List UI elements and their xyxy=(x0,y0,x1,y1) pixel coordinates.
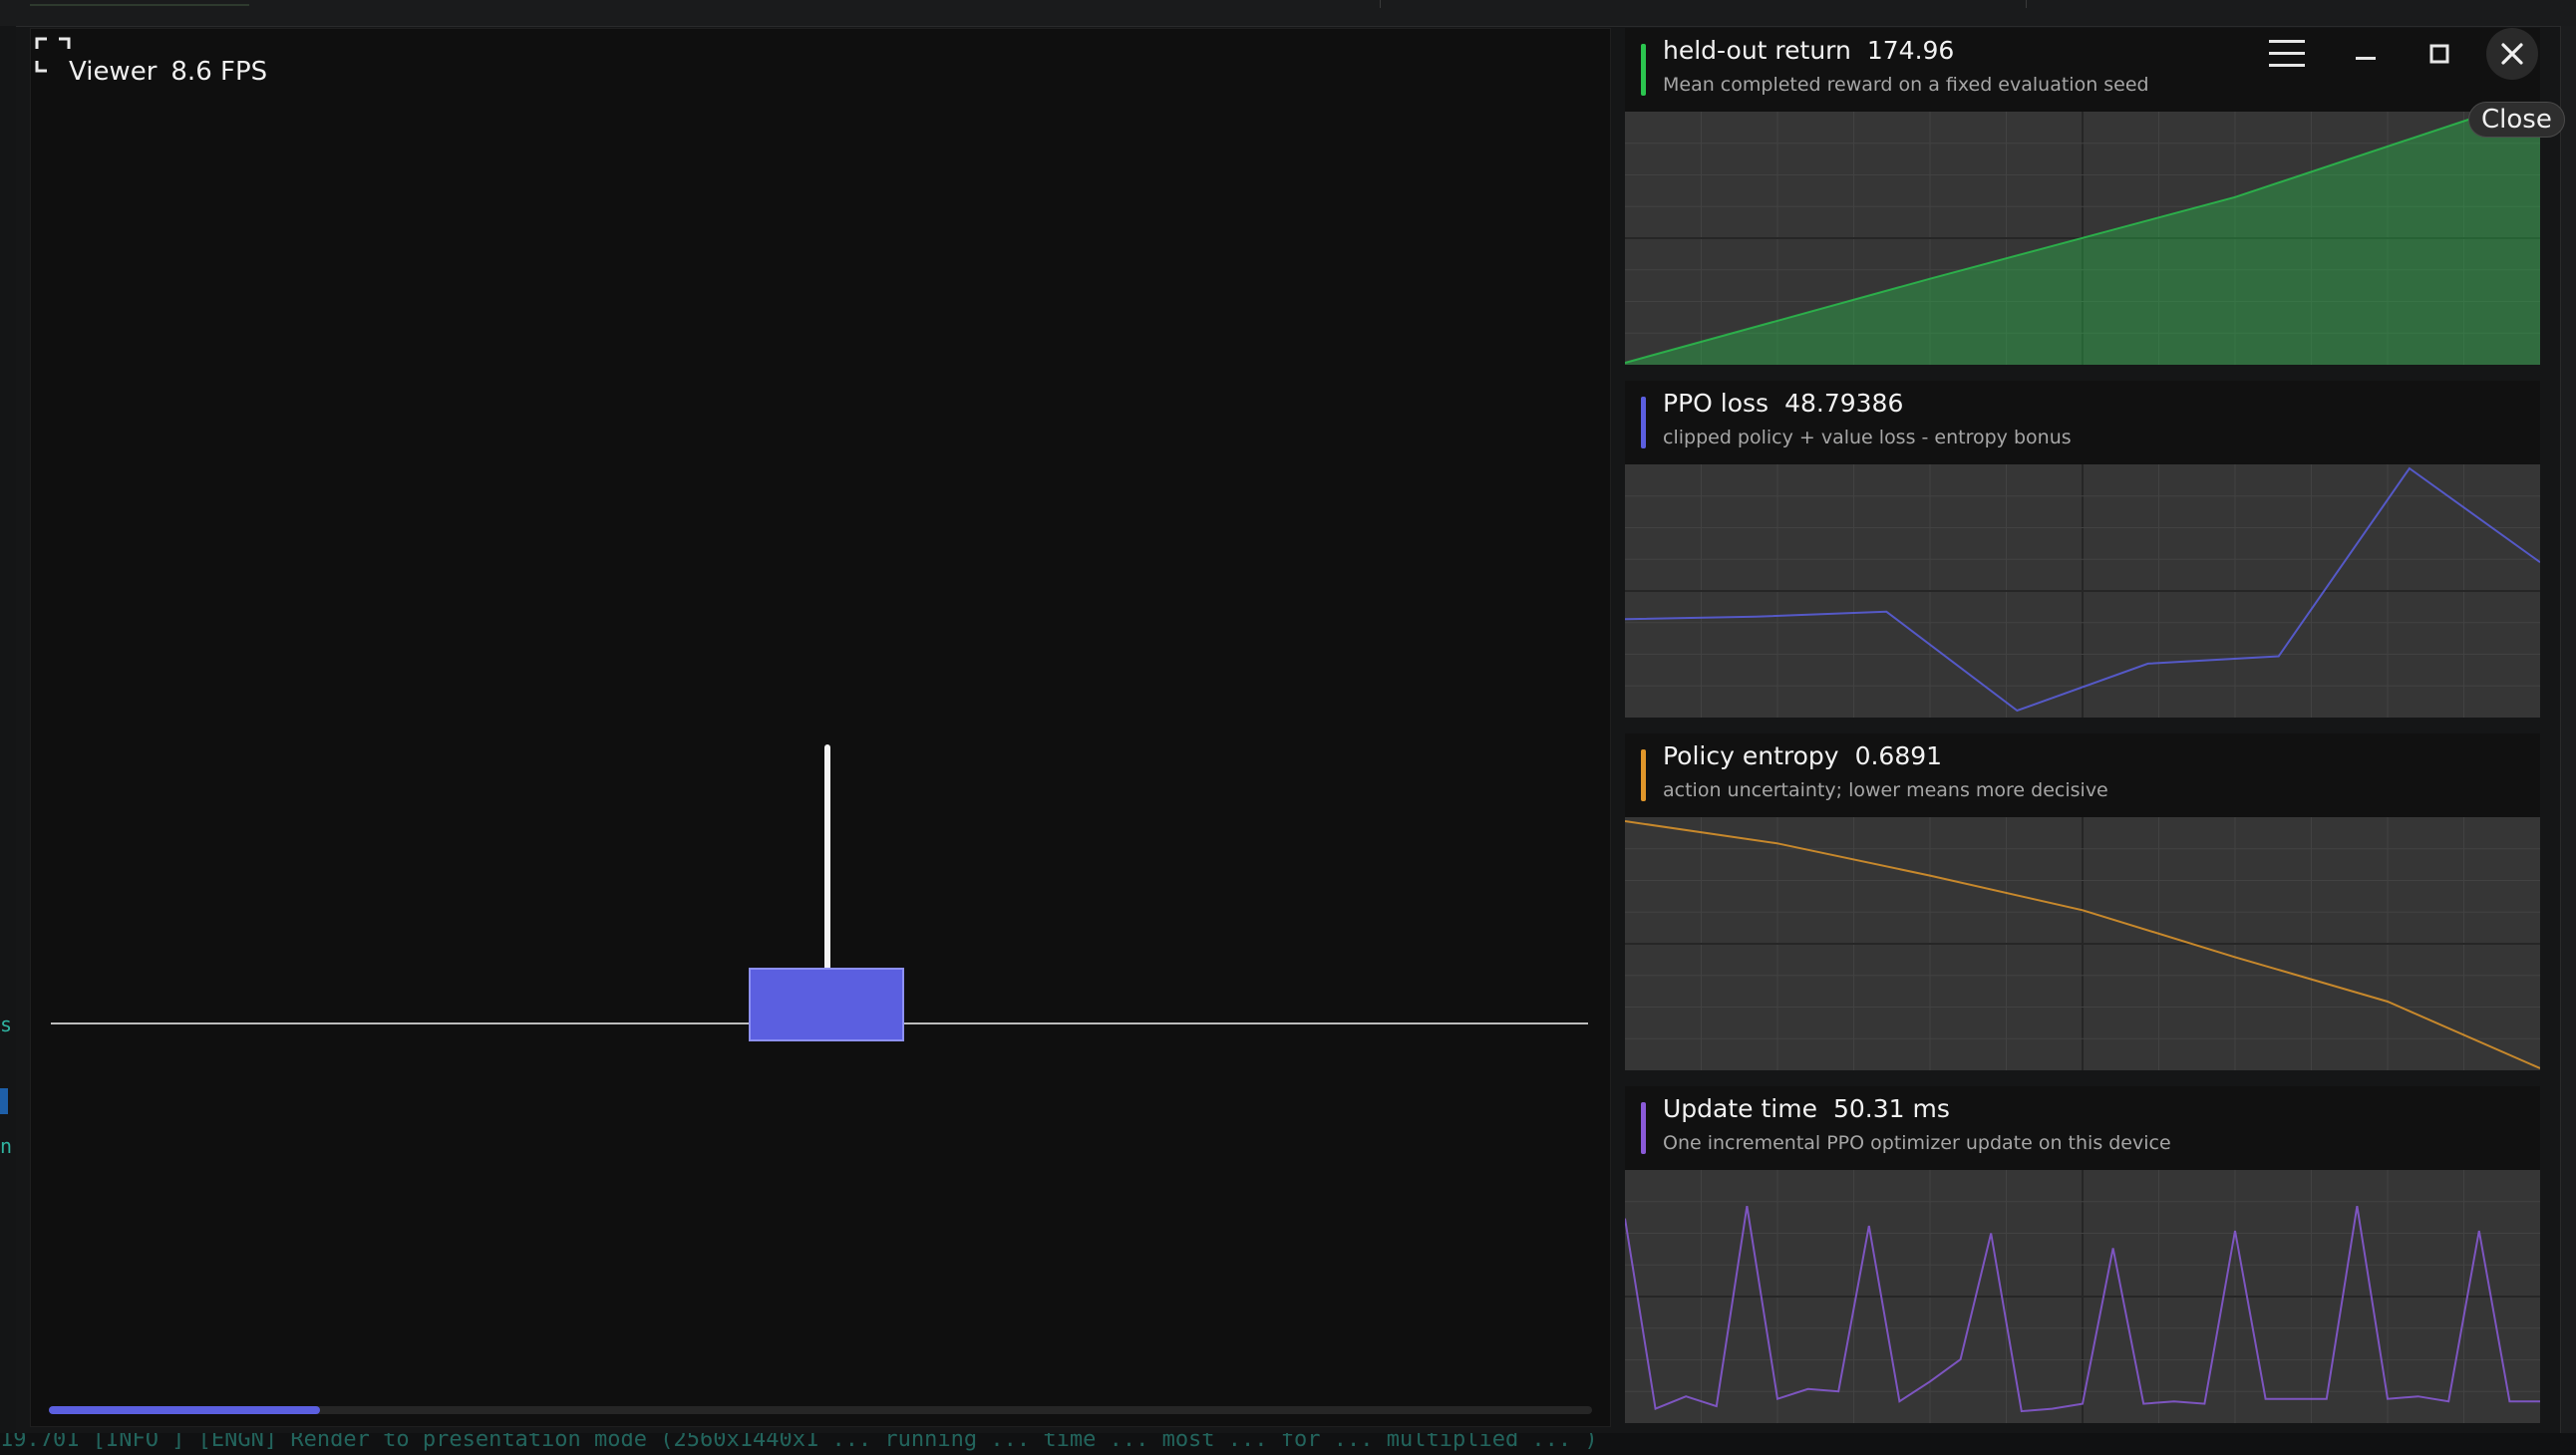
metric-plot-svg xyxy=(1625,1170,2540,1423)
editor-top-bar xyxy=(0,0,2576,27)
close-tooltip: Close xyxy=(2468,102,2565,138)
metric-plot xyxy=(1625,464,2540,718)
metric-title: Policy entropy xyxy=(1663,741,1839,770)
metric-card: Update time 50.31 ms One incremental PPO o… xyxy=(1625,1086,2540,1423)
metric-plot xyxy=(1625,817,2540,1070)
fps-readout: 8.6 FPS xyxy=(170,57,268,87)
metric-card-header: Policy entropy 0.6891 action uncertainty; … xyxy=(1625,733,2540,817)
viewer-panel[interactable]: Viewer 8.6 FPS xyxy=(30,28,1611,1427)
hamburger-menu-icon[interactable] xyxy=(2267,38,2307,70)
cart-pole xyxy=(824,744,830,996)
metric-value: 174.96 xyxy=(1866,36,1955,65)
metric-subtitle: Mean completed reward on a fixed evaluat… xyxy=(1663,74,2149,96)
metric-card-header: Update time 50.31 ms One incremental PPO o… xyxy=(1625,1086,2540,1170)
editor-left-gutter: s n xyxy=(0,26,16,1455)
metric-card-header: held-out return 174.96 Mean completed rewa… xyxy=(1625,28,2540,112)
metric-subtitle: clipped policy + value loss - entropy bo… xyxy=(1663,427,2072,448)
editor-right-scrollbar[interactable] xyxy=(2560,26,2576,1433)
viewer-label: Viewer xyxy=(69,57,158,87)
close-icon xyxy=(2501,43,2523,65)
metric-subtitle: One incremental PPO optimizer update on … xyxy=(1663,1132,2171,1154)
metric-color-bar xyxy=(1641,1102,1646,1154)
metric-plot xyxy=(1625,112,2540,365)
top-bar-text-fragment xyxy=(30,4,249,6)
metric-color-bar xyxy=(1641,44,1646,96)
metric-subtitle: action uncertainty; lower means more dec… xyxy=(1663,779,2108,801)
episode-progress-bar xyxy=(49,1406,1592,1414)
top-bar-divider xyxy=(2026,0,2027,8)
metric-card: PPO loss 48.79386 clipped policy + value l… xyxy=(1625,381,2540,718)
metric-value: 0.6891 xyxy=(1854,741,1943,770)
metric-plot-svg xyxy=(1625,464,2540,718)
metrics-panel: held-out return 174.96 Mean completed rewa… xyxy=(1625,28,2540,1425)
close-button[interactable] xyxy=(2486,28,2538,80)
metric-card-header: PPO loss 48.79386 clipped policy + value l… xyxy=(1625,381,2540,464)
metric-title: Update time xyxy=(1663,1094,1817,1123)
metric-value: 48.79386 xyxy=(1784,389,1904,418)
metric-title-row: held-out return 174.96 xyxy=(1663,36,1954,65)
metric-plot xyxy=(1625,1170,2540,1423)
metric-title-row: Update time 50.31 ms xyxy=(1663,1094,1950,1123)
gutter-glyph: s xyxy=(0,1013,13,1036)
episode-progress-fill xyxy=(49,1406,321,1414)
maximize-icon[interactable] xyxy=(2429,44,2449,64)
viewer-title: Viewer 8.6 FPS xyxy=(69,57,267,87)
top-bar-divider xyxy=(1380,0,1381,8)
metric-card: held-out return 174.96 Mean completed rewa… xyxy=(1625,28,2540,365)
metric-value: 50.31 ms xyxy=(1832,1094,1950,1123)
gutter-highlight xyxy=(0,1088,8,1114)
metric-title: held-out return xyxy=(1663,36,1851,65)
console-log-strip: 19.701 [INFO ] [ENGN] Render to presenta… xyxy=(0,1433,2576,1455)
console-log-line: 19.701 [INFO ] [ENGN] Render to presenta… xyxy=(0,1433,1598,1452)
metric-card: Policy entropy 0.6891 action uncertainty; … xyxy=(1625,733,2540,1070)
metric-title-row: Policy entropy 0.6891 xyxy=(1663,741,1942,770)
metric-color-bar xyxy=(1641,749,1646,801)
metric-plot-svg xyxy=(1625,112,2540,365)
metric-title-row: PPO loss 48.79386 xyxy=(1663,389,1903,418)
expand-icon[interactable] xyxy=(35,37,71,73)
gutter-glyph: n xyxy=(0,1134,13,1158)
cart xyxy=(749,968,904,1041)
minimize-icon[interactable] xyxy=(2355,50,2377,66)
metric-plot-svg xyxy=(1625,817,2540,1070)
metric-color-bar xyxy=(1641,397,1646,448)
metric-title: PPO loss xyxy=(1663,389,1770,418)
